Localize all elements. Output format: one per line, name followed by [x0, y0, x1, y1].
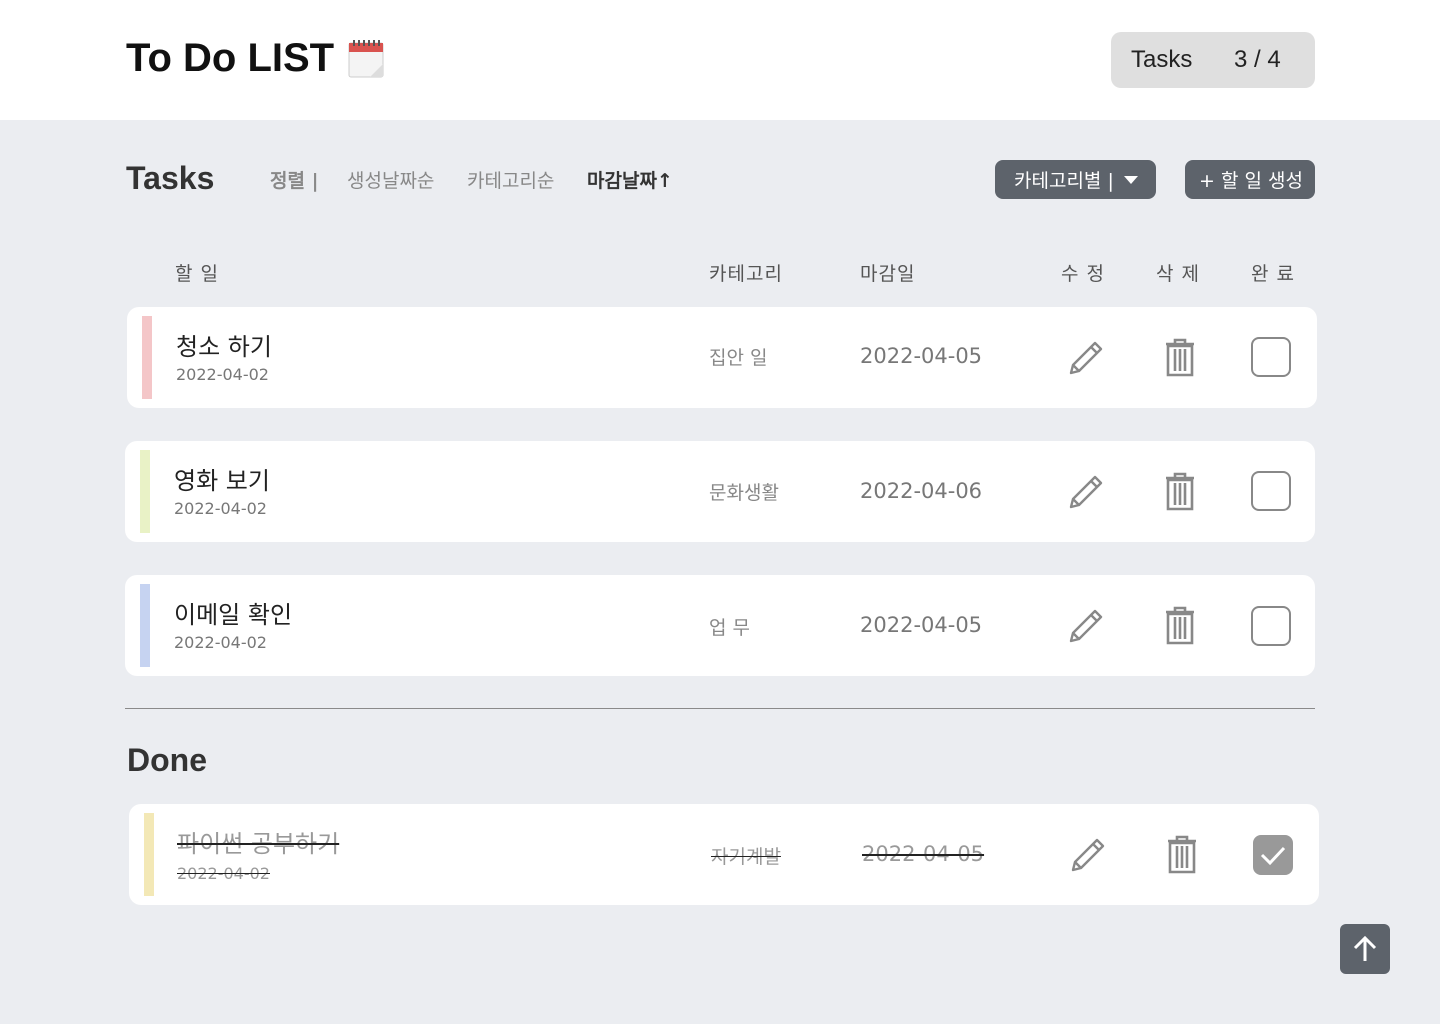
task-created-date: 2022-04-02 [177, 864, 270, 883]
complete-checkbox[interactable] [1251, 606, 1291, 646]
counter-label: Tasks [1131, 46, 1193, 73]
add-task-button[interactable]: + 할 일 생성 [1185, 160, 1315, 199]
task-row: 영화 보기 2022-04-02 문화생활 2022-04-06 [125, 441, 1315, 542]
task-due-date: 2022-04-05 [860, 613, 983, 637]
calendar-icon [348, 39, 384, 79]
task-category: 자기계발 [711, 846, 781, 868]
pencil-icon[interactable] [1063, 469, 1107, 513]
pencil-icon[interactable] [1063, 603, 1107, 647]
scroll-to-top-button[interactable] [1340, 924, 1390, 974]
complete-checkbox[interactable] [1251, 471, 1291, 511]
done-section-title: Done [127, 742, 207, 778]
add-task-label: + 할 일 생성 [1199, 170, 1303, 192]
task-counter: Tasks 3 / 4 [1111, 32, 1315, 88]
task-name: 이메일 확인 [174, 601, 293, 629]
app-title: To Do LIST [126, 36, 384, 81]
top-header: To Do LIST Tasks 3 / 4 [0, 0, 1440, 120]
sort-by-created[interactable]: 생성날짜순 [347, 166, 434, 193]
column-header-edit: 수 정 [1061, 263, 1105, 285]
task-category: 업 무 [709, 617, 750, 639]
category-color-bar [140, 584, 150, 667]
task-created-date: 2022-04-02 [174, 633, 267, 652]
done-task-row: 파이썬 공부하기 2022-04-02 자기계발 2022-04-05 [129, 804, 1319, 905]
tasks-section-title: Tasks [126, 160, 215, 196]
category-filter-label: 카테고리별 | [1014, 170, 1114, 192]
check-icon [1260, 846, 1286, 866]
complete-checkbox[interactable] [1251, 337, 1291, 377]
category-filter-dropdown[interactable]: 카테고리별 | [995, 160, 1156, 199]
counter-value: 3 / 4 [1234, 46, 1281, 73]
task-category: 집안 일 [709, 347, 768, 369]
section-divider [125, 708, 1315, 709]
task-name: 청소 하기 [176, 333, 272, 361]
task-due-date: 2022-04-06 [860, 479, 983, 503]
column-header-done: 완 료 [1251, 263, 1295, 285]
category-color-bar [142, 316, 152, 399]
task-name: 파이썬 공부하기 [177, 830, 340, 858]
task-name: 영화 보기 [174, 467, 270, 495]
column-header-task: 할 일 [175, 263, 219, 285]
trash-icon[interactable] [1158, 469, 1202, 513]
column-header-delete: 삭 제 [1156, 263, 1200, 285]
trash-icon[interactable] [1160, 832, 1204, 876]
trash-icon[interactable] [1158, 335, 1202, 379]
sort-by-due[interactable]: 마감날짜↑ [587, 166, 673, 193]
arrow-up-icon [1353, 935, 1377, 961]
column-header-category: 카테고리 [709, 263, 783, 285]
task-due-date: 2022-04-05 [862, 842, 985, 866]
task-row: 청소 하기 2022-04-02 집안 일 2022-04-05 [127, 307, 1317, 408]
pencil-icon[interactable] [1065, 832, 1109, 876]
column-header-due: 마감일 [860, 263, 916, 285]
task-category: 문화생활 [709, 482, 779, 504]
category-color-bar [140, 450, 150, 533]
trash-icon[interactable] [1158, 603, 1202, 647]
pencil-icon[interactable] [1063, 335, 1107, 379]
chevron-down-icon [1123, 175, 1138, 184]
sort-label: 정렬 | [270, 170, 319, 192]
task-created-date: 2022-04-02 [174, 499, 267, 518]
sort-by-category[interactable]: 카테고리순 [467, 166, 554, 193]
app-title-text: To Do LIST [126, 36, 335, 80]
task-due-date: 2022-04-05 [860, 344, 983, 368]
complete-checkbox[interactable] [1253, 835, 1293, 875]
category-color-bar [144, 813, 154, 896]
task-row: 이메일 확인 2022-04-02 업 무 2022-04-05 [125, 575, 1315, 676]
task-created-date: 2022-04-02 [176, 365, 269, 384]
